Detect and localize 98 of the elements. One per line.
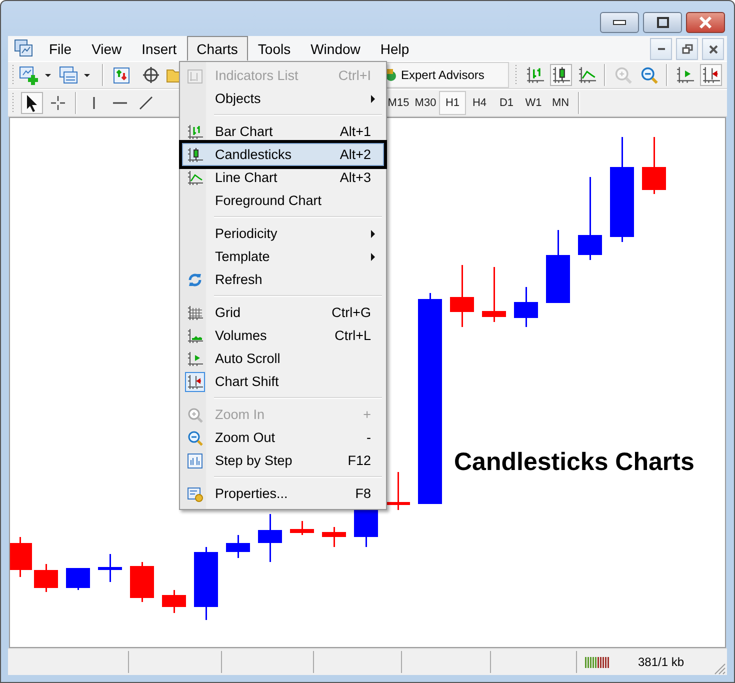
candlestick xyxy=(34,564,58,592)
caret-icon[interactable] xyxy=(84,74,90,76)
menu-item[interactable]: Bar Chart Alt+1 xyxy=(182,120,384,143)
menu-item[interactable]: Volumes Ctrl+L xyxy=(182,324,384,347)
chart-close-button[interactable] xyxy=(702,38,724,60)
chart-minimize-button[interactable] xyxy=(650,38,672,60)
resize-grip-icon[interactable] xyxy=(712,661,726,675)
zoom-in-icon xyxy=(187,406,203,422)
menu-item[interactable]: View xyxy=(82,36,132,61)
chart-restore-button[interactable] xyxy=(676,38,698,60)
candlestick xyxy=(290,521,314,535)
candlestick xyxy=(98,554,122,582)
line-chart-icon xyxy=(578,66,596,84)
timeframe-button[interactable]: MN xyxy=(547,91,574,115)
menu-item[interactable]: Candlesticks Alt+2 xyxy=(182,143,384,166)
menu-item[interactable]: Charts xyxy=(186,36,248,61)
step-chart-icon xyxy=(187,452,203,468)
maximize-button[interactable] xyxy=(643,12,682,33)
close-button[interactable] xyxy=(686,12,725,33)
line-chart-icon xyxy=(187,170,203,186)
grid-icon xyxy=(187,304,203,320)
chart-caption: Candlesticks Charts xyxy=(454,448,694,477)
zoom-out-icon xyxy=(640,66,658,84)
candlestick xyxy=(514,287,538,327)
auto-scroll-icon xyxy=(676,66,694,84)
bar-chart-button[interactable] xyxy=(524,64,546,86)
profiles-icon[interactable] xyxy=(59,66,78,84)
app-icon[interactable] xyxy=(14,39,33,57)
close-icon xyxy=(708,44,718,54)
candlestick xyxy=(226,535,250,558)
minimize-button[interactable] xyxy=(600,12,639,33)
crosshair-icon[interactable] xyxy=(142,66,160,84)
menu-item[interactable]: Zoom Out - xyxy=(182,426,384,449)
toolbar-grip[interactable] xyxy=(515,64,518,86)
menu-item[interactable]: Window xyxy=(300,36,370,61)
refresh-icon xyxy=(187,272,203,288)
menu-item[interactable]: Chart Shift xyxy=(182,370,384,393)
minimize-icon xyxy=(658,48,664,50)
menu-item[interactable]: Template xyxy=(182,245,384,268)
crosshair-icon xyxy=(49,94,67,112)
candlestick xyxy=(322,527,346,547)
candlestick xyxy=(162,590,186,613)
candlestick xyxy=(258,514,282,562)
candlestick xyxy=(386,472,410,510)
properties-icon xyxy=(187,486,203,502)
traffic-text: 381/1 kb xyxy=(638,655,684,669)
menu-item[interactable]: Line Chart Alt+3 xyxy=(182,166,384,189)
chart-shift-icon xyxy=(702,66,720,84)
candlestick xyxy=(482,267,506,322)
menu-item[interactable]: Step by Step F12 xyxy=(182,449,384,472)
auto-scroll-button[interactable] xyxy=(674,64,696,86)
horizontal-line-icon xyxy=(113,102,127,104)
candlestick xyxy=(354,509,378,547)
menu-item[interactable]: Tools xyxy=(248,36,301,61)
candlestick xyxy=(10,537,32,577)
vertical-line-icon xyxy=(93,97,95,109)
candlestick xyxy=(450,265,474,327)
candlestick-icon xyxy=(187,146,203,162)
zoom-in-icon xyxy=(614,66,632,84)
candlestick xyxy=(66,568,90,590)
menu-item[interactable]: Grid Ctrl+G xyxy=(182,301,384,324)
candlestick-button[interactable] xyxy=(550,64,572,86)
timeframe-button[interactable]: D1 xyxy=(493,91,520,115)
indicator-list-icon xyxy=(187,68,203,84)
menu-item[interactable]: Refresh xyxy=(182,268,384,291)
menu-item[interactable]: Help xyxy=(370,36,420,61)
menu-item[interactable]: Insert xyxy=(132,36,187,61)
restore-icon xyxy=(682,44,692,54)
cursor-button[interactable] xyxy=(21,92,43,114)
zoom-out-icon xyxy=(187,430,203,446)
menu-item[interactable]: Foreground Chart xyxy=(182,189,384,212)
close-icon xyxy=(699,16,712,29)
connection-bars-icon xyxy=(585,655,610,669)
maximize-icon xyxy=(656,17,668,28)
volumes-icon xyxy=(187,328,203,344)
menu-item[interactable]: Properties... F8 xyxy=(182,482,384,505)
trend-line-icon xyxy=(137,94,155,112)
auto-scroll-icon xyxy=(187,350,203,366)
candlestick xyxy=(130,562,154,602)
bar-chart-icon xyxy=(187,124,203,140)
minimize-icon xyxy=(613,20,626,25)
bar-chart-icon xyxy=(526,66,544,84)
menu-item[interactable]: File xyxy=(39,36,82,61)
line-chart-button[interactable] xyxy=(576,64,598,86)
candlestick xyxy=(642,137,666,194)
menu-item[interactable]: Periodicity xyxy=(182,222,384,245)
timeframe-button[interactable]: H4 xyxy=(466,91,493,115)
caret-icon[interactable] xyxy=(45,74,51,76)
timeframe-button[interactable]: M30 xyxy=(412,91,439,115)
timeframe-button[interactable]: M15 xyxy=(385,91,412,115)
candlestick-icon xyxy=(552,66,570,84)
new-chart-icon[interactable] xyxy=(19,66,39,84)
market-watch-icon[interactable] xyxy=(113,66,130,84)
menu-item[interactable]: Objects xyxy=(182,87,384,110)
chart-shift-button[interactable] xyxy=(700,64,722,86)
menu-item[interactable]: Auto Scroll xyxy=(182,347,384,370)
timeframe-button[interactable]: W1 xyxy=(520,91,547,115)
timeframe-button[interactable]: H1 xyxy=(439,91,466,115)
